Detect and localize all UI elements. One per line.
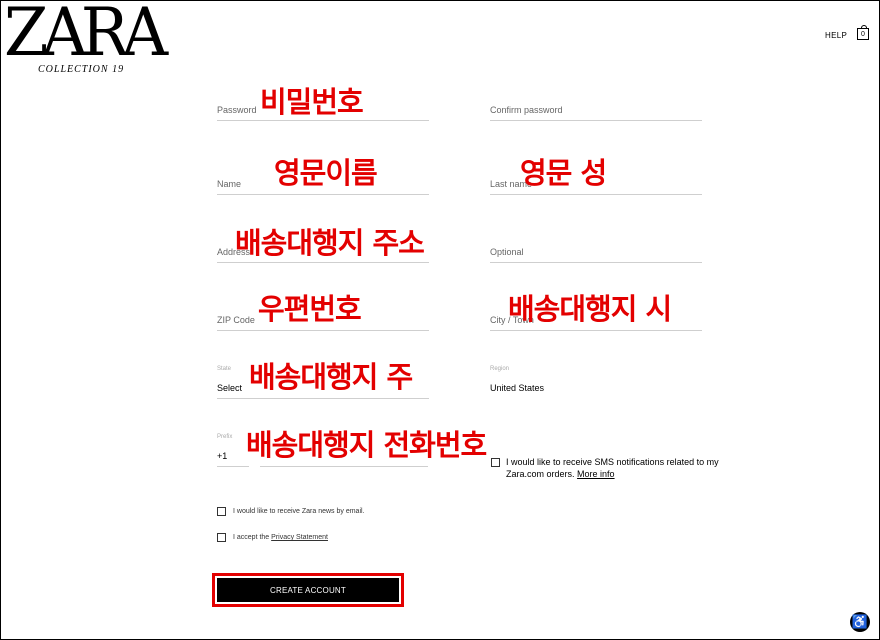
annotation-address: 배송대행지 주소 — [235, 226, 425, 260]
confirm-password-input[interactable]: Confirm password — [490, 96, 702, 121]
name-placeholder: Name — [217, 179, 242, 189]
annotation-state: 배송대행지 주 — [249, 360, 413, 394]
privacy-statement-link[interactable]: Privacy Statement — [271, 534, 328, 541]
privacy-prefix: I accept the — [233, 534, 270, 541]
state-value: Select — [217, 383, 243, 393]
prefix-select[interactable]: Prefix +1 — [217, 434, 249, 467]
more-info-link[interactable]: More info — [577, 469, 615, 479]
annotation-city: 배송대행지 시 — [508, 292, 672, 326]
sms-consent-text: I would like to receive SMS notification… — [506, 456, 742, 480]
annotation-zip: 우편번호 — [258, 292, 362, 326]
privacy-consent: I accept the Privacy Statement — [233, 534, 328, 541]
annotation-first-name: 영문이름 — [274, 156, 378, 190]
annotation-password: 비밀번호 — [260, 85, 364, 119]
create-account-button[interactable]: CREATE ACCOUNT — [217, 578, 399, 602]
privacy-checkbox[interactable] — [217, 533, 226, 542]
logo-tagline: COLLECTION 19 — [38, 64, 125, 75]
news-text: I would like to receive Zara news by ema… — [233, 508, 365, 515]
accessibility-icon[interactable]: ♿ — [850, 612, 870, 632]
shopping-bag-icon[interactable]: 0 — [857, 25, 869, 40]
window-frame — [0, 0, 880, 640]
help-link[interactable]: HELP — [825, 31, 847, 40]
confirm-password-placeholder: Confirm password — [490, 105, 563, 115]
prefix-label: Prefix — [217, 434, 233, 440]
sms-checkbox[interactable] — [491, 458, 500, 467]
create-account-highlight: CREATE ACCOUNT — [212, 573, 404, 607]
news-checkbox[interactable] — [217, 507, 226, 516]
address-optional-input[interactable]: Optional — [490, 238, 702, 263]
annotation-last-name: 영문 성 — [520, 156, 607, 190]
region-label: Region — [490, 366, 510, 372]
password-placeholder: Password — [217, 105, 257, 115]
optional-placeholder: Optional — [490, 247, 524, 257]
logo-wordmark: ZARA — [4, 0, 168, 72]
zara-logo[interactable]: ZARA COLLECTION 19 — [4, 0, 168, 78]
prefix-value: +1 — [217, 451, 228, 461]
region-field: Region United States — [490, 366, 702, 398]
region-value: United States — [490, 383, 545, 393]
zip-placeholder: ZIP Code — [217, 315, 255, 325]
annotation-phone: 배송대행지 전화번호 — [246, 428, 487, 462]
state-label: State — [217, 366, 232, 372]
